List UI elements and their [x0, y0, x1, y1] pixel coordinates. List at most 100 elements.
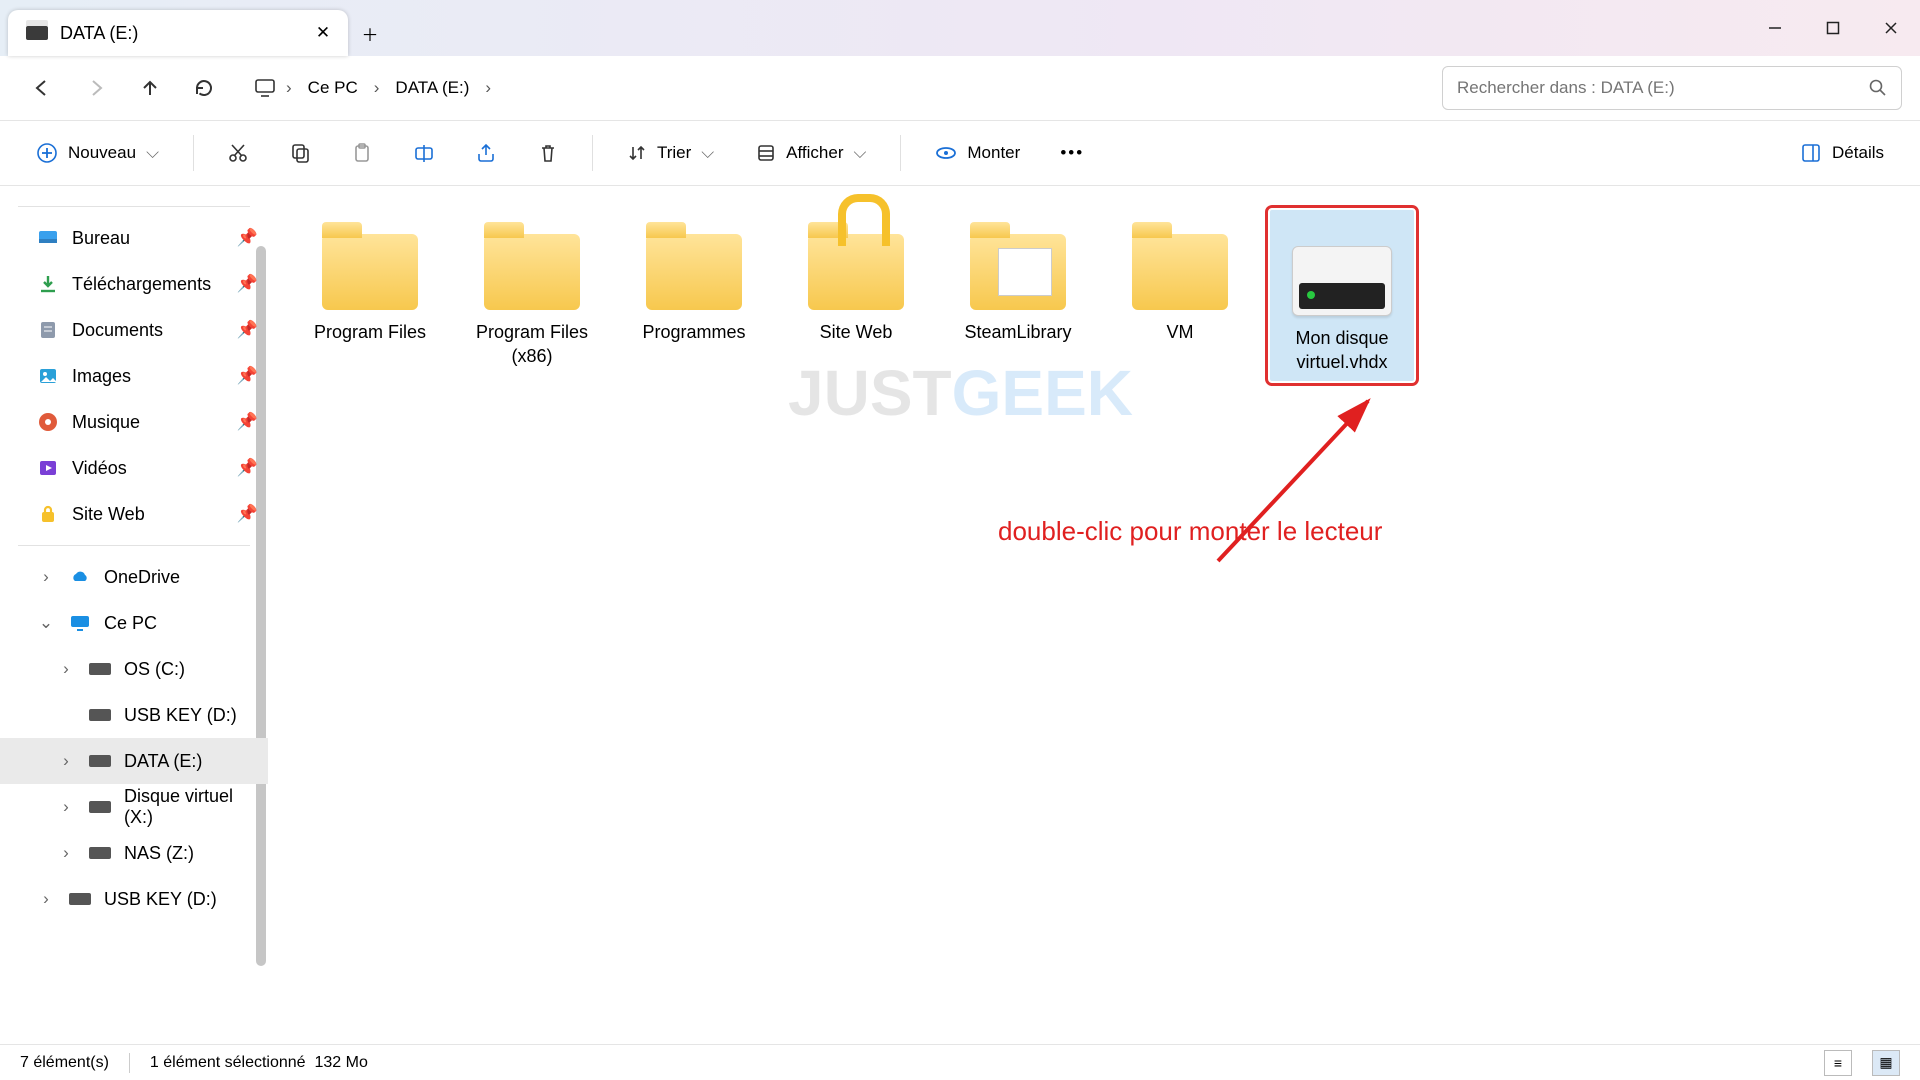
details-view-button[interactable]: ≡ [1824, 1050, 1852, 1076]
chevron-right-icon[interactable]: › [286, 78, 292, 98]
sidebar-item-bureau[interactable]: Bureau📌 [0, 215, 268, 261]
sidebar-item-musique[interactable]: Musique📌 [0, 399, 268, 445]
pin-icon: 📌 [237, 504, 258, 524]
close-window-button[interactable] [1862, 0, 1920, 56]
minimize-button[interactable] [1746, 0, 1804, 56]
search-input[interactable] [1457, 78, 1859, 98]
file-item[interactable]: SteamLibrary [946, 210, 1090, 381]
chevron-icon[interactable]: › [36, 889, 56, 909]
videos-icon [36, 456, 60, 480]
details-icon [1800, 142, 1822, 164]
file-item[interactable]: VM [1108, 210, 1252, 381]
sidebar-item-siteweb[interactable]: Site Web📌 [0, 491, 268, 537]
chevron-right-icon[interactable]: › [485, 78, 491, 98]
share-icon [475, 142, 497, 164]
chevron-icon[interactable]: ⌄ [36, 613, 56, 633]
view-label: Afficher [786, 143, 843, 163]
breadcrumb-segment[interactable]: DATA (E:) [389, 74, 475, 102]
file-item[interactable]: Program Files [298, 210, 442, 381]
tree-item-label: Ce PC [104, 613, 258, 634]
view-button[interactable]: Afficher ⌵ [744, 131, 878, 175]
file-name: Programmes [642, 320, 745, 344]
sidebar-item-videos[interactable]: Vidéos📌 [0, 445, 268, 491]
tree-item[interactable]: ›USB KEY (D:) [0, 876, 268, 922]
images-icon [36, 364, 60, 388]
file-item[interactable]: Programmes [622, 210, 766, 381]
tree-item[interactable]: ›NAS (Z:) [0, 830, 268, 876]
tree-item[interactable]: ⌄ Ce PC [0, 600, 268, 646]
chevron-right-icon[interactable]: › [374, 78, 380, 98]
musique-icon [36, 410, 60, 434]
chevron-icon[interactable]: › [56, 751, 76, 771]
drive-icon [88, 657, 112, 681]
sort-button[interactable]: Trier ⌵ [615, 131, 726, 175]
chevron-icon[interactable]: › [36, 567, 56, 587]
folder-icon [322, 234, 418, 310]
trash-icon [537, 142, 559, 164]
chevron-icon[interactable]: › [56, 843, 76, 863]
back-button[interactable] [18, 64, 66, 112]
more-icon: ••• [1060, 143, 1084, 163]
bureau-icon [36, 226, 60, 250]
sidebar-item-documents[interactable]: Documents📌 [0, 307, 268, 353]
close-tab-icon[interactable]: ✕ [314, 23, 332, 43]
forward-button[interactable] [72, 64, 120, 112]
tree-item[interactable]: › OneDrive [0, 554, 268, 600]
new-tab-button[interactable]: ＋ [348, 10, 392, 56]
mount-button[interactable]: Monter [923, 131, 1032, 175]
cut-button[interactable] [216, 131, 260, 175]
chevron-down-icon: ⌵ [853, 143, 866, 163]
search-box[interactable] [1442, 66, 1902, 110]
drive-icon [68, 565, 92, 589]
more-button[interactable]: ••• [1050, 131, 1094, 175]
chevron-icon[interactable]: › [56, 659, 76, 679]
tree-item-label: OneDrive [104, 567, 258, 588]
details-label: Détails [1832, 143, 1884, 163]
copy-button[interactable] [278, 131, 322, 175]
window-tab[interactable]: DATA (E:) ✕ [8, 10, 348, 56]
tree-item[interactable]: ›Disque virtuel (X:) [0, 784, 268, 830]
share-button[interactable] [464, 131, 508, 175]
drive-icon [88, 841, 112, 865]
file-item[interactable]: Mon disque virtuel.vhdx [1270, 210, 1414, 381]
view-icon [756, 143, 776, 163]
file-item[interactable]: Program Files (x86) [460, 210, 604, 381]
breadcrumb-segment[interactable]: Ce PC [302, 74, 364, 102]
file-name: Program Files [314, 320, 426, 344]
icons-view-button[interactable]: ▦ [1872, 1050, 1900, 1076]
cut-icon [227, 142, 249, 164]
sidebar-item-downloads[interactable]: Téléchargements📌 [0, 261, 268, 307]
maximize-button[interactable] [1804, 0, 1862, 56]
chevron-icon[interactable]: › [56, 797, 76, 817]
content-area[interactable]: JUSTGEEK Program FilesProgram Files (x86… [268, 186, 1920, 1044]
folder-icon [1132, 234, 1228, 310]
pin-icon: 📌 [237, 366, 258, 386]
maximize-icon [1826, 21, 1840, 35]
close-icon [1884, 21, 1898, 35]
rename-button[interactable] [402, 131, 446, 175]
tree-item-label: USB KEY (D:) [124, 705, 258, 726]
details-button[interactable]: Détails [1788, 131, 1896, 175]
search-icon [1869, 79, 1887, 97]
folder-doc-icon [970, 234, 1066, 310]
tree-item[interactable]: ›OS (C:) [0, 646, 268, 692]
monitor-icon [254, 77, 276, 99]
paste-button[interactable] [340, 131, 384, 175]
pin-icon: 📌 [237, 228, 258, 248]
tree-item[interactable]: USB KEY (D:) [0, 692, 268, 738]
refresh-button[interactable] [180, 64, 228, 112]
up-icon [139, 77, 161, 99]
breadcrumb[interactable]: › Ce PC › DATA (E:) › [254, 64, 1436, 112]
new-button[interactable]: Nouveau ⌵ [24, 131, 171, 175]
up-button[interactable] [126, 64, 174, 112]
folder-icon [646, 234, 742, 310]
copy-icon [289, 142, 311, 164]
drive-icon [88, 703, 112, 727]
delete-button[interactable] [526, 131, 570, 175]
sidebar-item-images[interactable]: Images📌 [0, 353, 268, 399]
tree-item[interactable]: ›DATA (E:) [0, 738, 268, 784]
drive-icon [88, 795, 112, 819]
mount-label: Monter [967, 143, 1020, 163]
folder-icon [484, 234, 580, 310]
file-item[interactable]: Site Web [784, 210, 928, 381]
